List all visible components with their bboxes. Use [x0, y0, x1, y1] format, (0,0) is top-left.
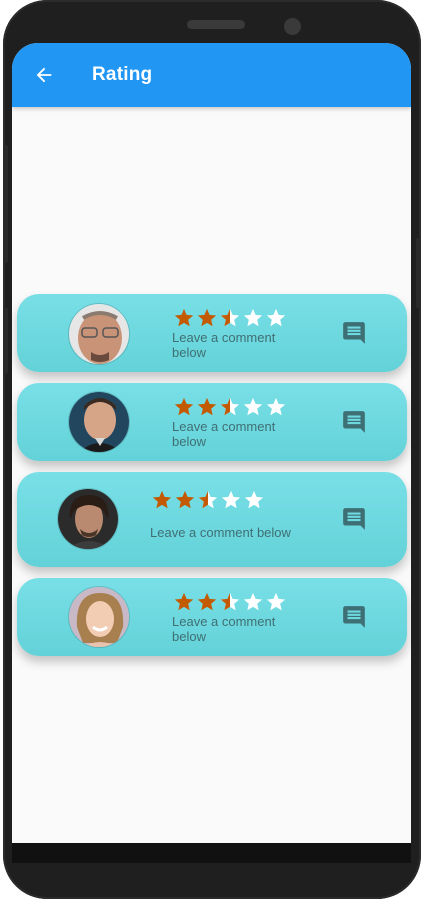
star-icon[interactable]	[151, 489, 173, 511]
volume-up-button	[3, 145, 8, 263]
star-half-icon[interactable]	[197, 489, 219, 511]
navigation-bar	[12, 843, 411, 863]
star-icon[interactable]	[173, 396, 195, 418]
power-button	[416, 238, 421, 308]
rating-card[interactable]: Leave a comment below	[17, 294, 407, 372]
star-icon[interactable]	[173, 591, 195, 613]
star-icon[interactable]	[243, 489, 265, 511]
comment-icon[interactable]	[341, 320, 367, 346]
page-title: Rating	[92, 64, 153, 85]
comment-prompt: Leave a comment below	[172, 419, 276, 449]
arrow-back-icon	[36, 67, 52, 83]
star-icon[interactable]	[265, 396, 287, 418]
rating-card[interactable]: Leave a comment below	[17, 383, 407, 461]
star-half-icon[interactable]	[219, 396, 241, 418]
avatar	[68, 391, 130, 453]
star-icon[interactable]	[196, 591, 218, 613]
star-half-icon[interactable]	[219, 591, 241, 613]
rating-card[interactable]: Leave a comment below	[17, 472, 407, 567]
back-button[interactable]	[16, 43, 72, 107]
avatar	[57, 488, 119, 550]
avatar	[68, 586, 130, 648]
avatar	[68, 303, 130, 365]
star-icon[interactable]	[265, 307, 287, 329]
volume-down-button	[3, 308, 8, 374]
star-icon[interactable]	[265, 591, 287, 613]
comment-icon[interactable]	[341, 506, 367, 532]
star-icon[interactable]	[220, 489, 242, 511]
comment-icon[interactable]	[341, 604, 367, 630]
star-half-icon[interactable]	[219, 307, 241, 329]
comment-icon[interactable]	[341, 409, 367, 435]
star-rating[interactable]	[173, 307, 287, 329]
star-rating[interactable]	[173, 396, 287, 418]
star-icon[interactable]	[196, 307, 218, 329]
rating-card[interactable]: Leave a comment below	[17, 578, 407, 656]
comment-prompt: Leave a comment below	[172, 614, 276, 644]
star-icon[interactable]	[173, 307, 195, 329]
star-icon[interactable]	[196, 396, 218, 418]
star-icon[interactable]	[242, 307, 264, 329]
star-icon[interactable]	[174, 489, 196, 511]
app-screen: Rating Leave a comment below Leave a com…	[12, 43, 411, 861]
front-camera	[284, 18, 301, 35]
app-bar: Rating	[12, 43, 411, 107]
comment-prompt: Leave a comment below	[172, 330, 276, 360]
star-icon[interactable]	[242, 591, 264, 613]
star-icon[interactable]	[242, 396, 264, 418]
comment-prompt: Leave a comment below	[150, 525, 291, 540]
speaker-grille	[187, 20, 245, 29]
star-rating[interactable]	[173, 591, 287, 613]
star-rating[interactable]	[151, 489, 265, 511]
